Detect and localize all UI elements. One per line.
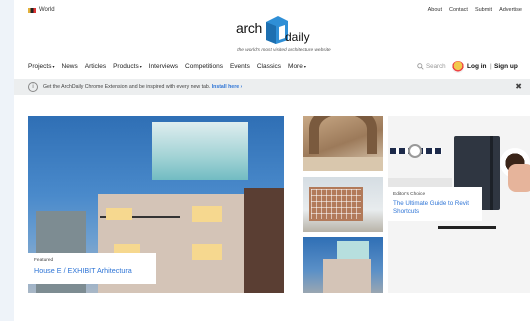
info-icon: i [28,82,38,92]
nav-classics[interactable]: Classics [257,63,281,77]
hand-shape [508,164,530,192]
nav-news[interactable]: News [62,63,78,77]
nav-competitions[interactable]: Competitions [185,63,223,77]
editors-choice-tag: Editor's Choice [393,192,426,197]
signup-link[interactable]: Sign up [494,63,518,70]
tagline: the world's most visited architecture we… [237,48,331,53]
nav-interviews[interactable]: Interviews [149,63,178,77]
close-icon[interactable]: ✖ [515,82,522,91]
logo-text-arch: arch [236,20,263,36]
archdaily-logo[interactable]: arch daily [234,10,344,50]
nav-projects-label: Projects [28,63,52,70]
chevron-down-icon: ▾ [303,64,306,69]
top-links: About Contact Submit Advertise [428,7,522,13]
login-separator: | [490,63,492,70]
top-link-about[interactable]: About [428,7,442,13]
banner-message: Get the ArchDaily Chrome Extension and b… [43,84,242,90]
hero-building-right [244,188,284,293]
featured-caption[interactable]: Featured House E / EXHIBIT Arhitectura [28,253,156,284]
editors-choice-title[interactable]: The Ultimate Guide to Revit Shortcuts [393,200,477,215]
hero-window [106,208,132,220]
thumbnail-brick-building[interactable] [303,177,383,232]
arch-floor [303,157,383,171]
nav-more[interactable]: More▾ [288,63,306,77]
arch-shape [309,116,377,154]
extension-banner: i Get the ArchDaily Chrome Extension and… [14,79,530,95]
pencil-shape [438,226,496,229]
hero-window [192,244,222,260]
chevron-down-icon: ▾ [52,64,55,69]
logo-text-daily: daily [285,30,310,44]
page: World About Contact Submit Advertise arc… [14,0,530,321]
featured-title[interactable]: House E / EXHIBIT Arhitectura [34,266,150,275]
thumbnail-house-e[interactable] [303,237,383,293]
top-link-advertise[interactable]: Advertise [499,7,522,13]
search-box[interactable]: Search [417,63,446,70]
chevron-down-icon: ▾ [139,64,142,69]
featured-tag: Featured [34,258,54,263]
banner-text: Get the ArchDaily Chrome Extension and b… [43,84,211,90]
top-link-submit[interactable]: Submit [475,7,492,13]
login-link[interactable]: Log in [467,63,487,70]
editors-choice-caption[interactable]: Editor's Choice The Ultimate Guide to Re… [388,187,482,221]
search-placeholder: Search [426,63,446,70]
hero-glass-volume [152,122,248,180]
nav-projects[interactable]: Projects▾ [28,63,55,77]
flag-icon [28,7,36,13]
install-link[interactable]: Install here › [212,84,243,90]
nav-more-label: More [288,63,303,70]
thumbnail-arch-interior[interactable] [303,116,383,171]
region-label: World [39,7,55,13]
nav-articles[interactable]: Articles [85,63,106,77]
avatar[interactable] [452,61,464,73]
thumb-glass-volume [337,241,369,259]
nav-products[interactable]: Products▾ [113,63,142,77]
watch-face [408,144,422,158]
hero-window [192,206,222,222]
nav-products-label: Products [113,63,139,70]
notebook-band [490,136,493,210]
facade-grid [311,189,361,219]
search-icon [417,63,424,70]
region-selector[interactable]: World [28,7,55,13]
top-link-contact[interactable]: Contact [449,7,468,13]
thumb-building-body [323,259,371,293]
nav-events[interactable]: Events [230,63,250,77]
